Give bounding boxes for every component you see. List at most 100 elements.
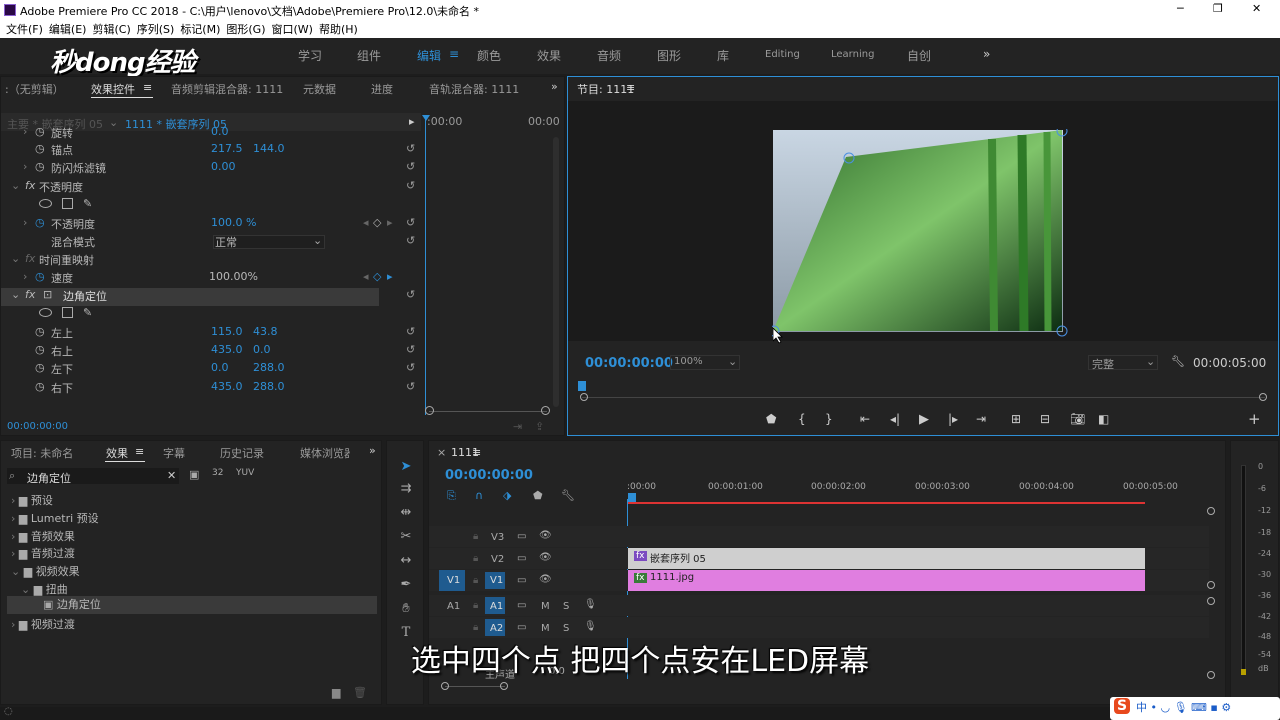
expand-icon[interactable]: › [11,618,19,631]
step-forward-icon[interactable]: |▸ [948,412,958,426]
sync-lock-icon[interactable]: ▭ [517,575,526,586]
add-button-icon[interactable]: + [1248,410,1261,428]
track-select-tool-icon[interactable]: ⇉ [397,481,415,499]
tab-source[interactable]: :（无剪辑） [5,81,64,97]
tab-menu-icon[interactable]: ≡ [135,445,144,458]
solo-button[interactable]: S [563,601,569,612]
reset-icon[interactable]: ↺ [406,343,415,356]
filter-icon[interactable]: ⇥ [513,420,522,433]
linked-selection-icon[interactable]: ⬗ [503,489,511,502]
ime-logo-icon[interactable]: S [1114,698,1131,714]
eye-icon[interactable]: 👁︎ [539,530,552,541]
zoom-handle-left[interactable] [580,393,588,401]
add-keyframe-icon[interactable]: ◇ [373,270,381,283]
accelerated-effects-icon[interactable]: ▣ [189,468,199,481]
menu-sequence[interactable]: 序列(S) [137,21,175,38]
sync-lock-icon[interactable]: ▭ [517,600,526,611]
effects-item-video-effects[interactable]: ⌄ ▆ 视频效果 [11,563,80,581]
tab-captions[interactable]: 字幕 [163,445,185,461]
chevron-down-icon[interactable]: ⌄ [1146,355,1155,368]
expand-icon[interactable]: › [23,125,27,138]
tab-audio-track-mixer[interactable]: 音轨混合器: 1111 [429,81,519,97]
clear-search-icon[interactable]: ✕ [167,469,176,482]
close-button[interactable]: ✕ [1252,2,1261,15]
timeline-timecode[interactable]: 00:00:00:00 [445,468,533,483]
prev-keyframe-icon[interactable]: ◂ [363,216,369,229]
stopwatch-icon[interactable]: ◷ [35,125,45,138]
close-sequence-icon[interactable]: × [437,446,446,459]
expand-icon[interactable]: › [23,160,27,173]
panel-more-icon[interactable]: » [369,444,376,457]
zoom-scroll-track[interactable] [429,411,547,412]
effects-item-video-transitions[interactable]: › ▆ 视频过渡 [11,616,75,634]
rectangle-mask-icon[interactable] [62,307,73,318]
pen-mask-icon[interactable]: ✎ [83,306,92,319]
transform-handle-icon[interactable]: ⊡ [43,288,52,301]
effects-item-audio-effects[interactable]: › ▆ 音频效果 [11,528,75,546]
zoom-handle-left[interactable] [425,406,434,415]
workspace-editing[interactable]: 编辑 [417,47,441,64]
stopwatch-icon[interactable]: ◷ [35,343,45,356]
rotation-value[interactable]: 0.0 [211,125,229,138]
fx-icon[interactable]: fx [25,252,35,265]
antiflicker-value[interactable]: 0.00 [211,160,236,173]
menu-file[interactable]: 文件(F) [6,21,43,38]
step-back-icon[interactable]: ◂| [890,412,900,426]
monitor-menu-icon[interactable]: ≡ [626,81,635,94]
workspace-menu-icon[interactable]: ≡ [449,47,459,61]
chevron-down-icon[interactable]: ⌄ [313,234,322,247]
opacity-value[interactable]: 100.0 % [211,216,256,229]
selection-tool-icon[interactable]: ➤ [397,459,415,477]
sync-lock-icon[interactable]: ▭ [517,622,526,633]
export-frame-icon[interactable]: 📷︎ [1070,412,1085,426]
workspace-custom[interactable]: 自创 [907,47,931,64]
workspace-learning-en[interactable]: Learning [831,49,874,60]
tab-effects[interactable]: 效果 [106,445,128,461]
effects-item-audio-transitions[interactable]: › ▆ 音频过渡 [11,545,75,563]
workspace-color[interactable]: 颜色 [477,47,501,64]
ellipse-mask-icon[interactable] [39,308,52,317]
export-icon[interactable]: ⇪ [535,420,544,433]
reset-icon[interactable]: ↺ [406,179,415,192]
lock-icon[interactable]: 🔒︎ [473,600,478,611]
go-to-in-icon[interactable]: ⇤ [860,412,870,426]
maximize-button[interactable]: ❐ [1213,2,1223,15]
settings-wrench-icon[interactable]: 🔧︎ [1171,355,1185,368]
delete-icon[interactable]: 🗑︎ [353,686,367,699]
top-right-x[interactable]: 435.0 [211,343,243,356]
mark-out-icon[interactable]: } [825,412,833,426]
expand-icon[interactable]: › [23,270,27,283]
zoom-scroll-track[interactable] [445,686,505,687]
slip-tool-icon[interactable]: ↔ [397,553,415,571]
bottom-right-y[interactable]: 288.0 [253,380,285,393]
menu-clip[interactable]: 剪辑(C) [92,21,130,38]
audio-scroll-top[interactable] [1207,597,1215,605]
panel-more-icon[interactable]: » [551,80,558,93]
reset-icon[interactable]: ↺ [406,288,415,301]
rectangle-mask-icon[interactable] [62,198,73,209]
32bit-effects-icon[interactable]: 32 [212,468,223,478]
zoom-value[interactable]: 100% [674,356,703,367]
top-left-x[interactable]: 115.0 [211,325,243,338]
tab-progress[interactable]: 进度 [371,81,393,97]
microphone-icon[interactable]: 🎙︎ [584,599,597,610]
collapse-icon[interactable]: ⌄ [11,288,20,301]
tab-effect-controls[interactable]: 效果控件 [91,81,135,97]
nest-toggle-icon[interactable]: ⎘ [447,489,456,503]
anchor-x-value[interactable]: 217.5 [211,142,243,155]
effects-item-lumetri[interactable]: › ▆ Lumetri 预设 [11,510,99,528]
effects-item-presets[interactable]: › ▆ 预设 [11,492,53,510]
add-marker-icon[interactable]: ⬟ [766,412,776,426]
microphone-icon[interactable]: 🎙︎ [584,621,597,632]
add-marker-icon[interactable]: ⬟ [533,489,543,502]
zoom-handle-right[interactable] [541,406,550,415]
reset-icon[interactable]: ↺ [406,160,415,173]
expand-icon[interactable]: › [23,216,27,229]
workspace-effects[interactable]: 效果 [537,47,561,64]
expand-icon[interactable]: › [11,512,19,525]
program-timecode[interactable]: 00:00:00:00 [585,356,673,371]
timeline-settings-icon[interactable]: 🔧︎ [561,489,575,502]
reset-icon[interactable]: ↺ [406,361,415,374]
prev-keyframe-icon[interactable]: ◂ [363,270,369,283]
chevron-down-icon[interactable]: ⌄ [728,355,737,368]
